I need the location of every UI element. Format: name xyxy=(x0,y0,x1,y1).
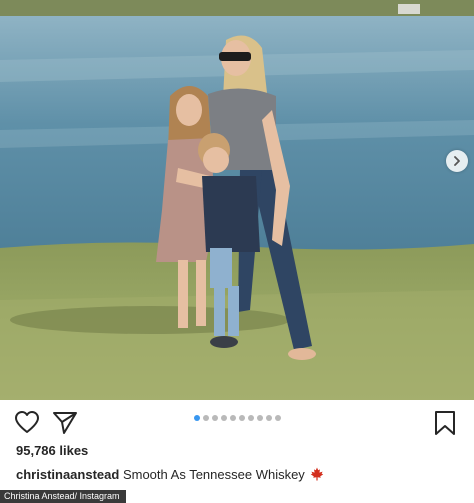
carousel-dot xyxy=(256,415,263,421)
like-button[interactable] xyxy=(14,410,40,436)
carousel-indicator xyxy=(0,415,474,421)
photo-credit: Christina Anstead/ Instagram xyxy=(0,490,126,503)
carousel-dot xyxy=(229,415,236,421)
carousel-dot xyxy=(238,415,245,421)
like-count[interactable]: 95,786 likes xyxy=(16,443,88,458)
photo-illustration xyxy=(0,0,474,400)
chevron-right-icon xyxy=(454,156,460,166)
carousel-dot xyxy=(211,415,218,421)
share-button[interactable] xyxy=(52,410,78,436)
paper-plane-icon xyxy=(53,412,77,434)
carousel-dot xyxy=(193,415,200,421)
maple-leaf-icon xyxy=(310,467,324,484)
post-actions xyxy=(0,400,474,440)
next-image-button[interactable] xyxy=(446,150,468,172)
carousel-dot xyxy=(220,415,227,421)
carousel-dot xyxy=(274,415,281,421)
carousel-dot xyxy=(202,415,209,421)
carousel-dot xyxy=(265,415,272,421)
save-button[interactable] xyxy=(432,410,458,436)
caption-username[interactable]: christinaanstead xyxy=(16,467,119,482)
post-photo[interactable] xyxy=(0,0,474,400)
post-caption: christinaanstead Smooth As Tennessee Whi… xyxy=(16,467,324,484)
bookmark-icon xyxy=(435,411,455,435)
caption-text: Smooth As Tennessee Whiskey xyxy=(122,467,305,482)
carousel-dot xyxy=(247,415,254,421)
heart-icon xyxy=(15,411,39,433)
